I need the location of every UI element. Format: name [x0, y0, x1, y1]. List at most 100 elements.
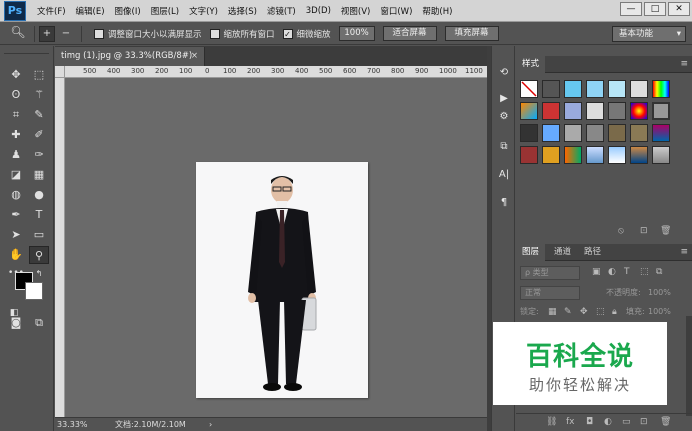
style-swatch[interactable] [564, 124, 582, 142]
delete-layer-icon[interactable]: 🗑︎ [660, 417, 671, 427]
panel-menu-icon[interactable]: ≡ [680, 247, 688, 257]
crop-tool-icon[interactable]: ⌗ [6, 106, 26, 124]
resize-windows-checkbox[interactable]: 调整窗口大小以满屏显示 [94, 28, 202, 40]
blend-mode-select[interactable]: 正常 [520, 286, 580, 300]
path-selection-icon[interactable]: ➤ [6, 226, 26, 244]
style-swatch[interactable] [608, 102, 626, 120]
minimize-button[interactable]: — [620, 2, 642, 16]
screen-mode-icon[interactable]: ⧉ [29, 314, 49, 332]
style-swatch[interactable] [630, 80, 648, 98]
layer-kind-filter[interactable]: ρ 类型 [520, 266, 580, 280]
character-panel-icon[interactable]: A| [495, 166, 513, 184]
menu-filter[interactable]: 滤镜(T) [262, 5, 301, 17]
zoom-out-icon[interactable]: − [58, 26, 74, 42]
layers-scrollbar[interactable] [686, 316, 692, 416]
horizontal-ruler[interactable]: 500 400 300 200 100 0 100 200 300 400 50… [65, 66, 487, 78]
actions-panel-icon[interactable]: ▶ [495, 90, 513, 108]
style-swatch[interactable] [564, 146, 582, 164]
brush-tool-icon[interactable]: ✐ [29, 126, 49, 144]
link-layers-icon[interactable]: ⛓ [546, 417, 557, 427]
style-swatch[interactable] [630, 146, 648, 164]
rectangle-tool-icon[interactable]: ▭ [29, 226, 49, 244]
history-brush-icon[interactable]: ✑ [29, 146, 49, 164]
style-swatch[interactable] [542, 124, 560, 142]
lock-image-icon[interactable]: ✎ [564, 307, 572, 317]
properties-panel-icon[interactable]: ⚙ [495, 108, 513, 126]
filter-shape-icon[interactable]: ⬚ [640, 267, 649, 277]
lock-all-icon[interactable]: 🔒︎ [612, 307, 617, 317]
style-swatch[interactable] [608, 80, 626, 98]
lock-artboard-icon[interactable]: ⬚ [596, 307, 605, 317]
checkbox-box-checked[interactable]: ✓ [282, 28, 293, 39]
style-swatch[interactable] [586, 102, 604, 120]
menu-file[interactable]: 文件(F) [32, 5, 71, 17]
healing-brush-icon[interactable]: ✚ [6, 126, 26, 144]
panel-menu-icon[interactable]: ≡ [680, 59, 688, 69]
opacity-value[interactable]: 100% [648, 285, 671, 301]
tab-layers[interactable]: 图层 [516, 244, 546, 261]
adjustment-layer-icon[interactable]: ◐ [604, 417, 612, 427]
new-layer-icon[interactable]: ⊡ [640, 417, 648, 427]
style-swatch[interactable] [520, 146, 538, 164]
style-swatch[interactable] [564, 102, 582, 120]
scrubby-zoom-checkbox[interactable]: ✓ 细微缩放 [282, 28, 331, 40]
style-swatch[interactable] [586, 80, 604, 98]
zoom-tool-preset-icon[interactable]: 🔍︎ [6, 25, 30, 43]
marquee-tool-icon[interactable]: ⬚ [29, 66, 49, 84]
style-swatch[interactable] [542, 102, 560, 120]
style-swatch[interactable] [630, 124, 648, 142]
menu-type[interactable]: 文字(Y) [184, 5, 223, 17]
fill-screen-button[interactable]: 填充屏幕 [444, 26, 499, 41]
style-swatch[interactable] [542, 80, 560, 98]
move-tool-icon[interactable]: ✥ [6, 66, 26, 84]
maximize-button[interactable]: □ [644, 2, 666, 16]
checkbox-box[interactable] [209, 28, 220, 39]
style-swatch[interactable] [520, 80, 538, 98]
adjustments-panel-icon[interactable]: ⧉ [495, 138, 513, 156]
delete-style-icon[interactable]: 🗑︎ [660, 226, 671, 236]
paragraph-panel-icon[interactable]: ¶ [495, 194, 513, 212]
menu-help[interactable]: 帮助(H) [417, 5, 457, 17]
style-swatch[interactable] [564, 80, 582, 98]
checkbox-box[interactable] [94, 28, 104, 39]
canvas-pasteboard[interactable] [66, 79, 487, 417]
style-swatch[interactable] [652, 124, 670, 142]
zoom-in-icon[interactable]: + [39, 25, 55, 42]
no-style-icon[interactable]: ⦸ [618, 226, 624, 236]
pen-tool-icon[interactable]: ✒ [6, 206, 26, 224]
workspace-select[interactable]: 基本功能 [612, 26, 686, 42]
close-tab-icon[interactable]: × [191, 47, 198, 66]
close-button[interactable]: ✕ [668, 2, 690, 16]
menu-edit[interactable]: 编辑(E) [71, 5, 110, 17]
style-swatch[interactable] [608, 124, 626, 142]
lock-transparent-icon[interactable]: ▦ [548, 307, 557, 317]
document-image[interactable] [196, 162, 368, 398]
menu-layer[interactable]: 图层(L) [146, 5, 184, 17]
menu-image[interactable]: 图像(I) [110, 5, 146, 17]
vertical-ruler[interactable] [55, 78, 65, 417]
style-swatch[interactable] [520, 124, 538, 142]
magic-wand-icon[interactable]: ⚚ [29, 86, 49, 104]
lock-position-icon[interactable]: ✥ [580, 307, 588, 317]
menu-window[interactable]: 窗口(W) [375, 5, 417, 17]
style-swatch[interactable] [520, 102, 538, 120]
filter-smart-object-icon[interactable]: ⧉ [656, 267, 662, 277]
menu-view[interactable]: 视图(V) [336, 5, 375, 17]
menu-3d[interactable]: 3D(D) [301, 6, 336, 16]
tab-channels[interactable]: 通道 [548, 244, 577, 261]
history-panel-icon[interactable]: ⟲ [495, 64, 513, 82]
zoom-tool-icon[interactable]: ⚲ [29, 246, 49, 264]
ruler-origin[interactable] [55, 66, 65, 78]
style-swatch[interactable] [542, 146, 560, 164]
gradient-icon[interactable]: ▦ [29, 166, 49, 184]
add-mask-icon[interactable]: ◘ [586, 417, 593, 427]
panel-grip[interactable] [4, 46, 49, 54]
filter-pixel-icon[interactable]: ▣ [592, 267, 601, 277]
swap-colors-icon[interactable]: ↰ [33, 268, 45, 280]
background-color-swatch[interactable] [25, 282, 43, 300]
quick-mask-icon[interactable]: ◙ [6, 314, 26, 332]
menu-select[interactable]: 选择(S) [223, 5, 262, 17]
style-swatch[interactable] [630, 102, 648, 120]
filter-adjustment-icon[interactable]: ◐ [608, 267, 616, 277]
eyedropper-icon[interactable]: ✎ [29, 106, 49, 124]
